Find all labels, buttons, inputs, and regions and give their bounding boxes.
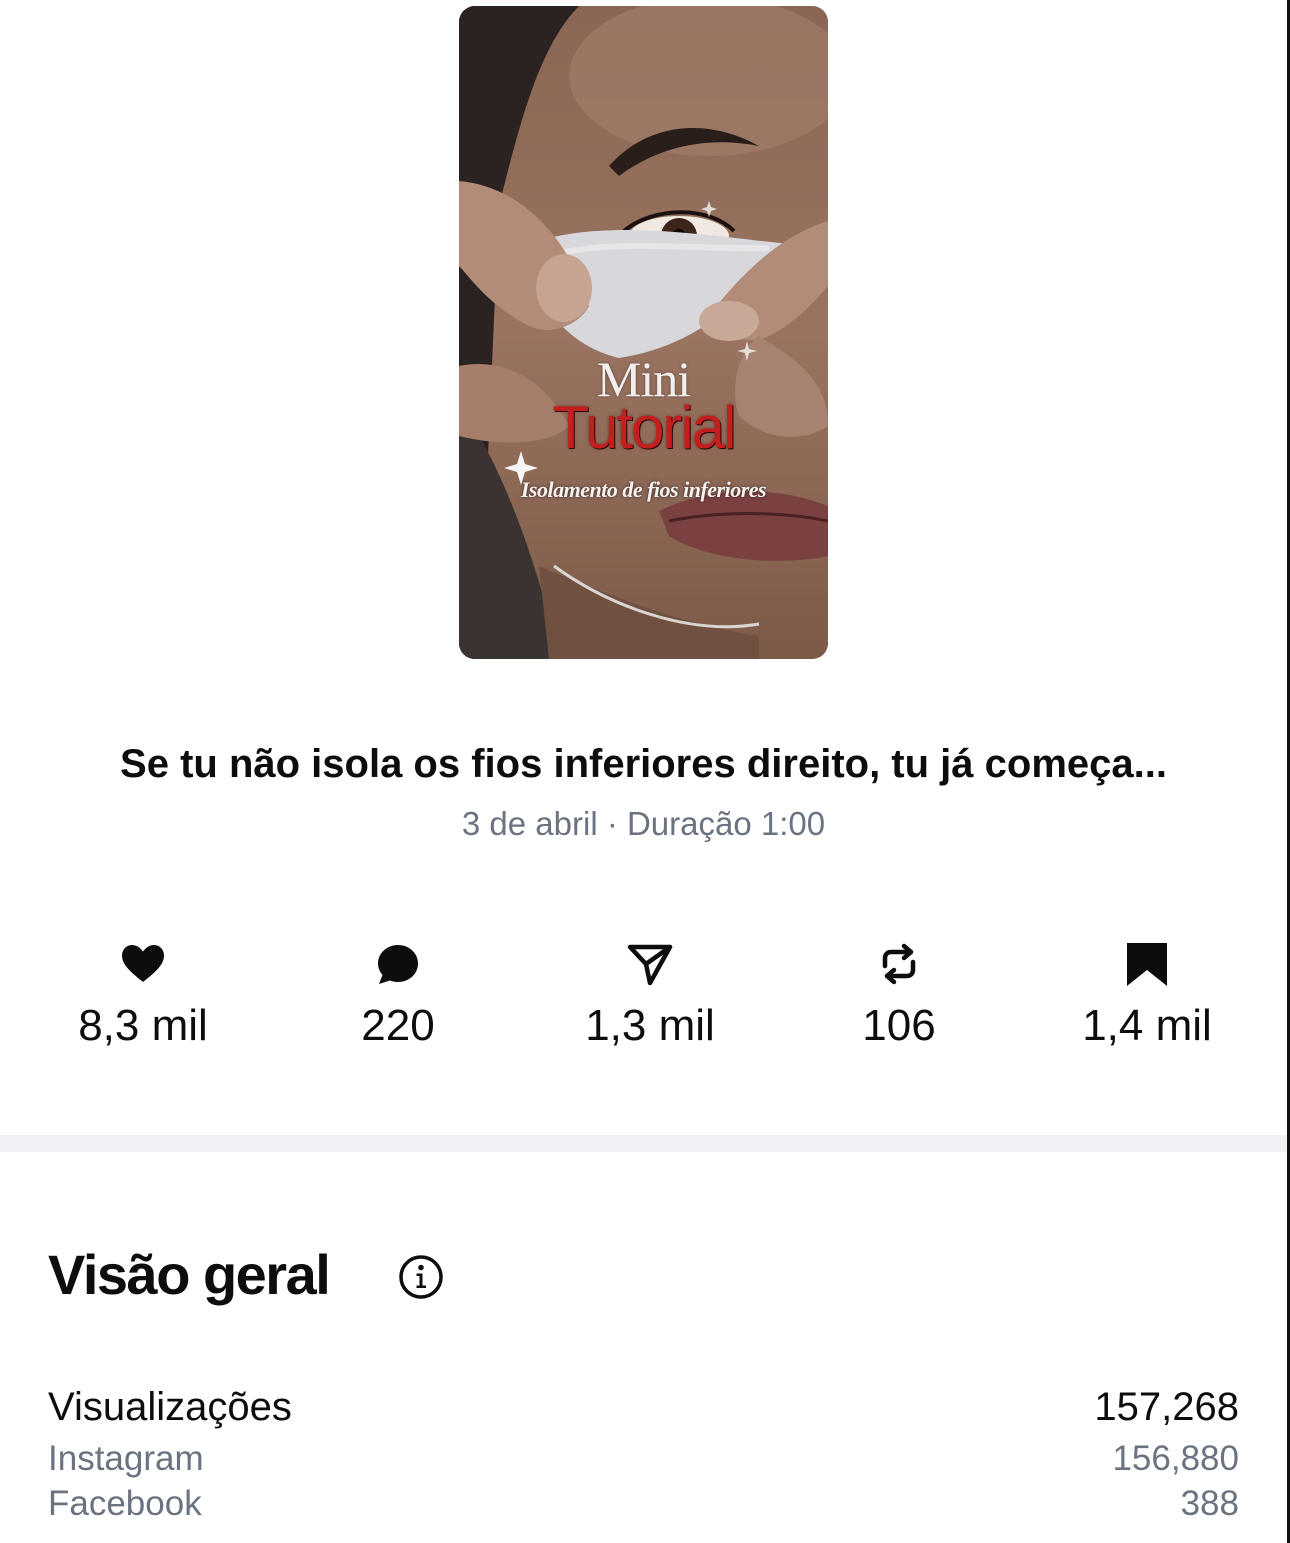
views-value: 157,268 [1094, 1385, 1239, 1429]
stat-likes: 8,3 mil [23, 940, 263, 1050]
comments-count: 220 [361, 1001, 435, 1050]
section-divider [0, 1135, 1287, 1152]
reposts-count: 106 [862, 1001, 936, 1050]
bookmark-icon [1127, 943, 1167, 986]
thumbnail-photo [459, 6, 828, 659]
stat-saves: 1,4 mil [1027, 940, 1267, 1050]
instagram-value: 156,880 [1112, 1439, 1239, 1478]
heart-icon [122, 945, 164, 982]
post-meta: 3 de abril · Duração 1:00 [461, 805, 826, 842]
video-thumbnail[interactable]: Mini Tutorial Isolamento de fios inferio… [459, 6, 828, 659]
info-icon[interactable] [398, 1254, 444, 1300]
saves-count: 1,4 mil [1082, 1001, 1212, 1050]
overview-title: Visão geral [48, 1243, 331, 1306]
stat-reposts: 106 [779, 940, 1019, 1050]
views-label: Visualizações [48, 1385, 292, 1429]
post-caption: Se tu não isola os fios inferiores direi… [120, 742, 1167, 786]
stat-shares: 1,3 mil [530, 940, 770, 1050]
facebook-row: Facebook 388 [48, 1484, 1239, 1524]
facebook-value: 388 [1180, 1484, 1239, 1523]
likes-count: 8,3 mil [78, 1001, 208, 1050]
instagram-label: Instagram [48, 1439, 204, 1478]
stat-comments: 220 [278, 940, 518, 1050]
thumbnail-subtitle: Isolamento de fios inferiores [520, 477, 767, 502]
instagram-row: Instagram 156,880 [48, 1439, 1239, 1479]
facebook-label: Facebook [48, 1484, 202, 1523]
shares-count: 1,3 mil [585, 1001, 715, 1050]
share-icon [627, 944, 673, 986]
views-row: Visualizações 157,268 [48, 1385, 1239, 1430]
thumbnail-title-tutorial: Tutorial [552, 394, 737, 461]
repost-icon [882, 943, 916, 985]
comment-icon [378, 945, 418, 984]
